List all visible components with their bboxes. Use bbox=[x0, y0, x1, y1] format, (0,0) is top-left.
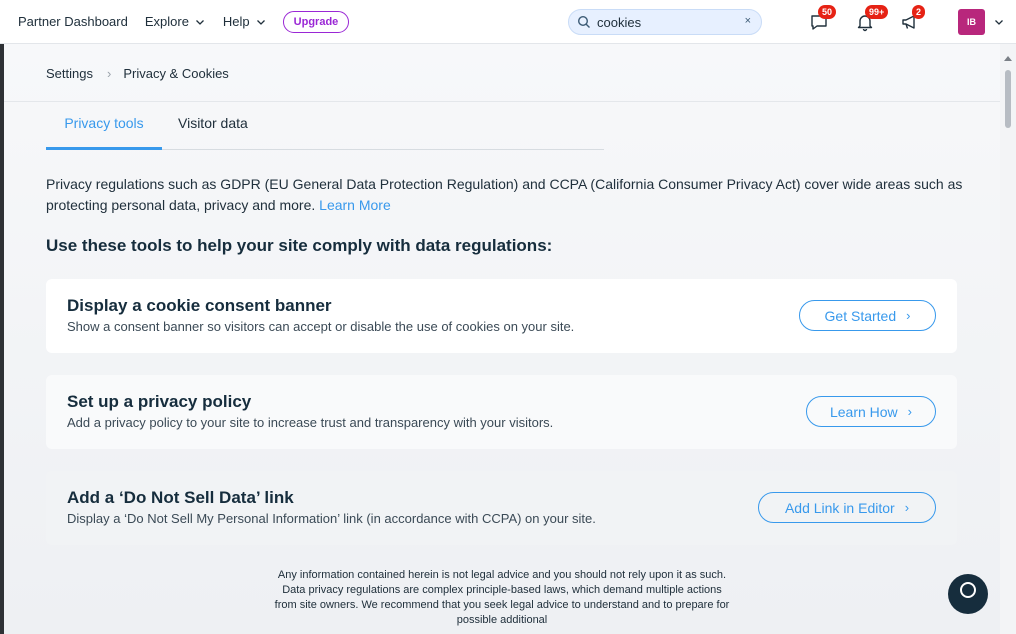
announcements-badge: 2 bbox=[912, 5, 926, 19]
do-not-sell-card: Add a ‘Do Not Sell Data’ link Display a … bbox=[46, 471, 957, 545]
learn-more-link[interactable]: Learn More bbox=[319, 197, 391, 213]
card-description: Add a privacy policy to your site to inc… bbox=[67, 415, 554, 430]
card-description: Show a consent banner so visitors can ac… bbox=[67, 319, 575, 334]
help-chat-button[interactable] bbox=[948, 574, 988, 614]
notifications-badge: 99+ bbox=[865, 5, 889, 19]
chevron-right-icon: › bbox=[904, 500, 910, 515]
help-menu[interactable]: Help bbox=[223, 14, 266, 29]
section-heading: Use these tools to help your site comply… bbox=[46, 236, 553, 255]
divider bbox=[4, 101, 1000, 102]
avatar[interactable]: IB bbox=[958, 9, 985, 35]
chevron-right-icon: › bbox=[907, 404, 913, 419]
search-input[interactable] bbox=[597, 14, 737, 30]
help-icon bbox=[960, 582, 976, 598]
add-link-in-editor-button[interactable]: Add Link in Editor › bbox=[758, 492, 936, 523]
button-label: Learn How bbox=[829, 403, 898, 420]
upgrade-button[interactable]: Upgrade bbox=[282, 10, 350, 33]
card-title: Set up a privacy policy bbox=[67, 392, 252, 411]
settings-page: Settings › Privacy & Cookies Privacy too… bbox=[4, 44, 1000, 634]
search-box[interactable]: × bbox=[568, 9, 762, 35]
card-description: Display a ‘Do Not Sell My Personal Infor… bbox=[67, 511, 596, 526]
breadcrumb-current: Privacy & Cookies bbox=[123, 66, 229, 81]
chevron-down-icon[interactable] bbox=[994, 17, 1004, 27]
breadcrumb-separator-icon: › bbox=[106, 66, 112, 81]
breadcrumb: Settings › Privacy & Cookies bbox=[46, 66, 229, 81]
messages-badge: 50 bbox=[818, 5, 837, 19]
search-icon bbox=[577, 15, 590, 28]
chevron-right-icon: › bbox=[906, 308, 911, 323]
scrollbar[interactable] bbox=[1000, 44, 1016, 634]
explore-menu[interactable]: Explore bbox=[145, 14, 205, 29]
tab-bar: Privacy tools Visitor data bbox=[46, 114, 604, 150]
card-title: Add a ‘Do Not Sell Data’ link bbox=[67, 488, 294, 507]
help-label: Help bbox=[222, 14, 250, 29]
breadcrumb-settings[interactable]: Settings bbox=[46, 66, 93, 81]
scrollbar-thumb[interactable] bbox=[1005, 70, 1011, 128]
chevron-down-icon bbox=[256, 19, 265, 25]
button-label: Get Started bbox=[824, 307, 897, 324]
get-started-button[interactable]: Get Started › bbox=[799, 300, 936, 331]
cookie-banner-card: Display a cookie consent banner Show a c… bbox=[46, 279, 957, 353]
intro-body: Privacy regulations such as GDPR (EU Gen… bbox=[46, 176, 963, 213]
privacy-policy-card: Set up a privacy policy Add a privacy po… bbox=[46, 375, 957, 449]
partner-dashboard-link[interactable]: Partner Dashboard bbox=[18, 14, 128, 29]
clear-search-icon[interactable]: × bbox=[745, 15, 751, 27]
tab-visitor-data[interactable]: Visitor data bbox=[178, 114, 248, 150]
explore-label: Explore bbox=[144, 14, 189, 29]
chevron-down-icon bbox=[195, 19, 204, 25]
button-label: Add Link in Editor bbox=[784, 499, 895, 516]
scroll-up-icon[interactable] bbox=[1004, 56, 1012, 61]
learn-how-button[interactable]: Learn How › bbox=[806, 396, 936, 427]
legal-disclaimer: Any information contained herein is not … bbox=[274, 569, 730, 626]
intro-text: Privacy regulations such as GDPR (EU Gen… bbox=[46, 174, 966, 216]
tab-privacy-tools[interactable]: Privacy tools bbox=[46, 114, 162, 150]
card-title: Display a cookie consent banner bbox=[67, 296, 332, 315]
